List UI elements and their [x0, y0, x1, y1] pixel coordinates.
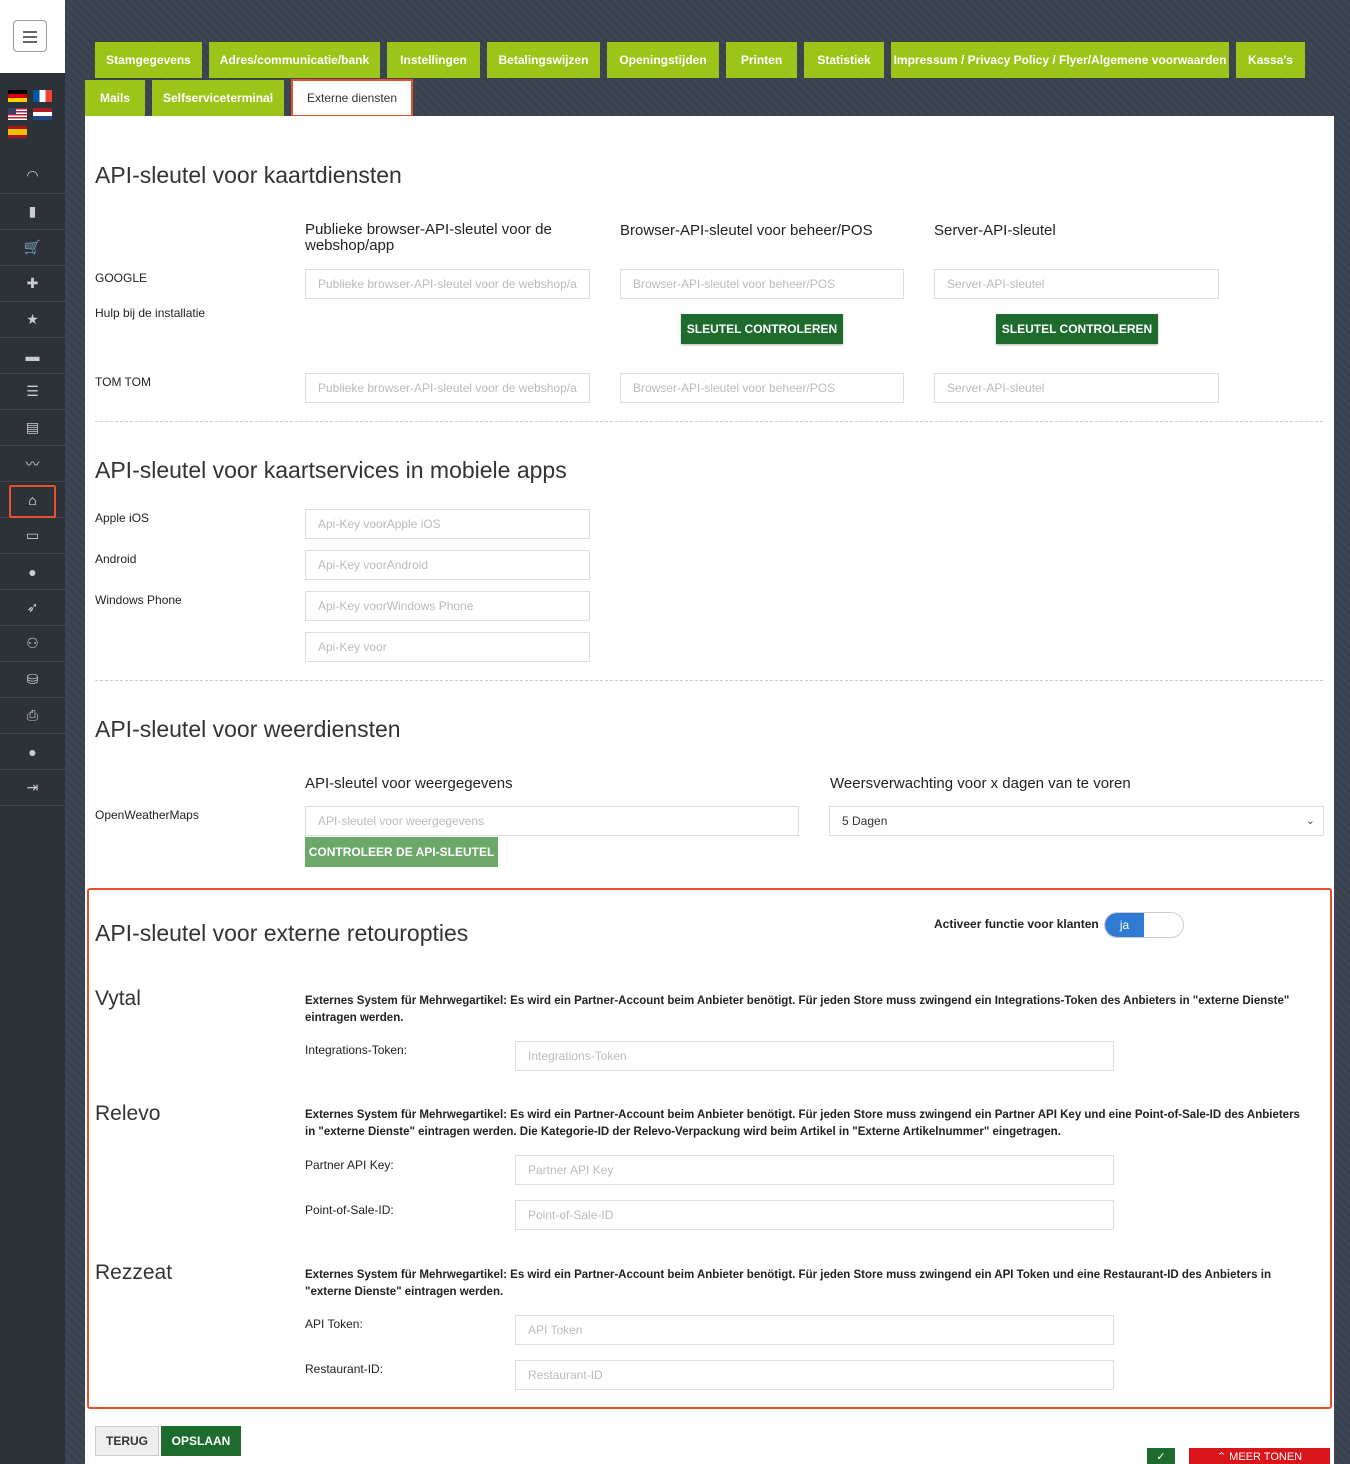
google-browser-key-input[interactable]	[620, 269, 904, 299]
rocket-icon[interactable]: ➶	[0, 590, 65, 626]
rezzeat-restaurant-input[interactable]	[515, 1360, 1114, 1390]
map-section-title: API-sleutel voor kaartdiensten	[95, 162, 402, 188]
tab-instellingen[interactable]: Instellingen	[387, 42, 480, 78]
weather-section-title: API-sleutel voor weerdiensten	[95, 716, 401, 742]
tab-openingstijden[interactable]: Openingstijden	[607, 42, 719, 78]
chart-bar-icon[interactable]: ▮	[0, 194, 65, 230]
windows-phone-key-input[interactable]	[305, 591, 590, 621]
activate-label: Activeer functie voor klanten	[934, 917, 1099, 931]
home-icon[interactable]: ⌂	[0, 482, 65, 518]
save-button[interactable]: OPSLAAN	[161, 1426, 241, 1456]
logout-icon[interactable]: ⇥	[0, 770, 65, 806]
tab-printen[interactable]: Printen	[726, 42, 797, 78]
weather-key-input[interactable]	[305, 806, 799, 836]
android-key-input[interactable]	[305, 550, 590, 580]
google-public-key-input[interactable]	[305, 269, 590, 299]
rezzeat-title: Rezzeat	[95, 1261, 173, 1284]
section-divider	[95, 680, 1323, 681]
google-label: GOOGLE	[95, 271, 148, 285]
relevo-pos-input[interactable]	[515, 1200, 1114, 1230]
cart-icon[interactable]: 🛒	[0, 230, 65, 266]
check-browser-key-button[interactable]: SLEUTEL CONTROLEREN	[681, 314, 843, 344]
forecast-days-value: 5 Dagen	[842, 814, 888, 828]
tab-kassas[interactable]: Kassa's	[1236, 42, 1305, 78]
user-icon[interactable]: ●	[0, 554, 65, 590]
sidebar: ◠ ▮ 🛒 ✚ ★ ▬ ☰ ▤ 〰 ⌂ ▭ ● ➶ ⚇ ⛁ ⎙ ● ⇥	[0, 0, 65, 1464]
vytal-token-label: Integrations-Token:	[305, 1043, 408, 1057]
activate-toggle[interactable]: ja	[1104, 912, 1184, 938]
col-public-header: Publieke browser-API-sleutel voor de web…	[305, 221, 552, 254]
ios-label: Apple iOS	[95, 511, 150, 525]
rezzeat-restaurant-label: Restaurant-ID:	[305, 1362, 384, 1376]
phone-icon[interactable]: ✓	[1147, 1448, 1175, 1464]
openweathermaps-label: OpenWeatherMaps	[95, 808, 199, 822]
ios-key-input[interactable]	[305, 509, 590, 539]
vytal-token-input[interactable]	[515, 1041, 1114, 1071]
extra-key-input[interactable]	[305, 632, 590, 662]
tab-selfserviceterminal[interactable]: Selfserviceterminal	[152, 80, 284, 116]
relevo-pos-label: Point-of-Sale-ID:	[305, 1203, 394, 1217]
section-divider	[95, 421, 1323, 422]
archive-icon[interactable]: ▬	[0, 338, 65, 374]
printer-icon[interactable]: ⎙	[0, 698, 65, 734]
windows-phone-label: Windows Phone	[95, 593, 182, 607]
tomtom-label: TOM TOM	[95, 375, 152, 389]
tab-impressum[interactable]: Impressum / Privacy Policy / Flyer/Algem…	[891, 42, 1229, 78]
forecast-header: Weersverwachting voor x dagen van te vor…	[830, 775, 1131, 792]
flag-dutch-icon[interactable]	[33, 108, 52, 120]
android-label: Android	[95, 552, 137, 566]
mobile-section-title: API-sleutel voor kaartservices in mobiel…	[95, 457, 567, 483]
tab-adres[interactable]: Adres/communicatie/bank	[209, 42, 380, 78]
dashboard-icon[interactable]: ◠	[0, 158, 65, 194]
col-browser-header: Browser-API-sleutel voor beheer/POS	[620, 222, 873, 239]
monitor-icon[interactable]: ▭	[0, 518, 65, 554]
help-link[interactable]: Hulp bij de installatie	[95, 306, 205, 320]
sidebar-header	[0, 0, 65, 73]
chevron-down-icon: ⌄	[1305, 815, 1315, 827]
google-server-key-input[interactable]	[934, 269, 1219, 299]
tab-statistiek[interactable]: Statistiek	[804, 42, 884, 78]
list-icon[interactable]: ☰	[0, 374, 65, 410]
weather-key-header: API-sleutel voor weergegevens	[305, 775, 513, 792]
trend-icon[interactable]: 〰	[0, 446, 65, 482]
retour-section-title: API-sleutel voor externe retouropties	[95, 920, 469, 946]
relevo-key-label: Partner API Key:	[305, 1158, 394, 1172]
forecast-days-select[interactable]: 5 Dagen ⌄	[829, 806, 1324, 836]
users-icon[interactable]: ⚇	[0, 626, 65, 662]
star-icon[interactable]: ★	[0, 302, 65, 338]
database-icon[interactable]: ⛁	[0, 662, 65, 698]
tab-stamgegevens[interactable]: Stamgegevens	[95, 42, 202, 78]
menu-toggle-button[interactable]	[13, 20, 47, 52]
flag-german-icon[interactable]	[8, 90, 27, 102]
toggle-on-label: ja	[1105, 913, 1144, 937]
add-user-icon[interactable]: ✚	[0, 266, 65, 302]
tab-externe-diensten[interactable]: Externe diensten	[291, 79, 413, 117]
book-icon[interactable]: ▤	[0, 410, 65, 446]
check-weather-key-button[interactable]: CONTROLEER DE API-SLEUTEL	[305, 837, 498, 867]
rezzeat-token-input[interactable]	[515, 1315, 1114, 1345]
show-more-button[interactable]: ⌃ MEER TONEN	[1189, 1448, 1330, 1464]
rezzeat-description: Externes System für Mehrwegartikel: Es w…	[305, 1269, 1271, 1298]
tomtom-public-key-input[interactable]	[305, 373, 590, 403]
flag-english-icon[interactable]	[8, 108, 27, 120]
vytal-title: Vytal	[95, 987, 141, 1010]
profile-icon[interactable]: ●	[0, 734, 65, 770]
flag-spanish-icon[interactable]	[8, 126, 27, 138]
check-server-key-button[interactable]: SLEUTEL CONTROLEREN	[996, 314, 1158, 344]
back-button[interactable]: TERUG	[95, 1426, 159, 1456]
relevo-title: Relevo	[95, 1102, 161, 1125]
flag-french-icon[interactable]	[33, 90, 52, 102]
tab-betalingswijzen[interactable]: Betalingswijzen	[487, 42, 600, 78]
tomtom-browser-key-input[interactable]	[620, 373, 904, 403]
tomtom-server-key-input[interactable]	[934, 373, 1219, 403]
vytal-description: Externes System für Mehrwegartikel: Es w…	[305, 995, 1290, 1024]
rezzeat-token-label: API Token:	[305, 1317, 363, 1331]
col-server-header: Server-API-sleutel	[934, 222, 1056, 239]
relevo-description: Externes System für Mehrwegartikel: Es w…	[305, 1109, 1300, 1138]
tab-mails[interactable]: Mails	[85, 80, 145, 116]
relevo-key-input[interactable]	[515, 1155, 1114, 1185]
